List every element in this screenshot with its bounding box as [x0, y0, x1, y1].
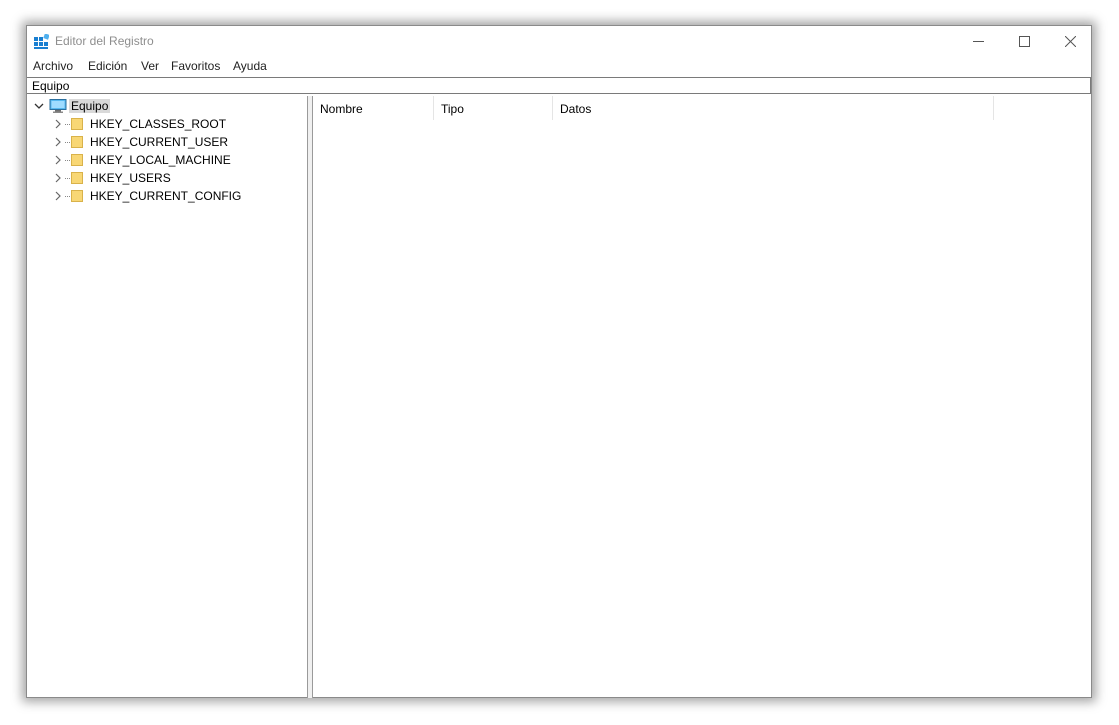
- chevron-right-icon[interactable]: [53, 137, 63, 147]
- menu-archivo[interactable]: Archivo: [33, 59, 73, 73]
- tree-item-label: HKEY_USERS: [90, 171, 171, 185]
- folder-icon: [71, 154, 83, 166]
- maximize-button[interactable]: [1001, 26, 1047, 56]
- key-tree: Equipo HKEY_CLASSES_ROOT HKEY_CURRENT_US…: [27, 96, 308, 698]
- tree-connector: [65, 142, 70, 144]
- menu-edicion[interactable]: Edición: [88, 59, 127, 73]
- tree-root-equipo[interactable]: Equipo: [27, 97, 307, 115]
- registry-editor-window: Editor del Registro Archivo Edición Ver …: [26, 25, 1092, 698]
- menu-ayuda[interactable]: Ayuda: [233, 59, 267, 73]
- folder-icon: [71, 172, 83, 184]
- folder-icon: [71, 136, 83, 148]
- window-title: Editor del Registro: [55, 34, 154, 48]
- registry-editor-icon: [34, 34, 49, 49]
- chevron-right-icon[interactable]: [53, 155, 63, 165]
- maximize-icon: [1018, 35, 1030, 47]
- column-header-tipo[interactable]: Tipo: [434, 96, 553, 120]
- values-list[interactable]: Nombre Tipo Datos: [313, 96, 1091, 698]
- close-icon: [1064, 35, 1076, 47]
- tree-connector: [65, 124, 70, 126]
- tree-connector: [65, 196, 70, 198]
- computer-icon: [49, 99, 67, 113]
- menu-ver[interactable]: Ver: [141, 59, 159, 73]
- chevron-down-icon[interactable]: [34, 101, 44, 111]
- folder-icon: [71, 190, 83, 202]
- column-header-nombre[interactable]: Nombre: [313, 96, 434, 120]
- tree-item-hkey-local-machine[interactable]: HKEY_LOCAL_MACHINE: [27, 151, 307, 169]
- folder-icon: [71, 118, 83, 130]
- chevron-right-icon[interactable]: [53, 119, 63, 129]
- minimize-button[interactable]: [955, 26, 1001, 56]
- tree-connector: [65, 178, 70, 180]
- tree-item-hkey-current-user[interactable]: HKEY_CURRENT_USER: [27, 133, 307, 151]
- column-header-label: Datos: [560, 102, 592, 116]
- address-bar[interactable]: Equipo: [27, 77, 1091, 94]
- menu-bar: Archivo Edición Ver Favoritos Ayuda: [27, 56, 1091, 76]
- chevron-right-icon[interactable]: [53, 191, 63, 201]
- tree-item-hkey-current-config[interactable]: HKEY_CURRENT_CONFIG: [27, 187, 307, 205]
- column-header-label: Nombre: [320, 102, 363, 116]
- column-header-datos[interactable]: Datos: [553, 96, 994, 120]
- chevron-right-icon[interactable]: [53, 173, 63, 183]
- close-button[interactable]: [1047, 26, 1093, 56]
- title-bar[interactable]: Editor del Registro: [27, 26, 1091, 56]
- tree-item-hkey-classes-root[interactable]: HKEY_CLASSES_ROOT: [27, 115, 307, 133]
- minimize-icon: [972, 40, 984, 42]
- tree-item-label: HKEY_CLASSES_ROOT: [90, 117, 227, 131]
- tree-item-label: HKEY_LOCAL_MACHINE: [90, 153, 231, 167]
- tree-item-label: HKEY_CURRENT_CONFIG: [90, 189, 242, 203]
- address-path: Equipo: [32, 79, 70, 93]
- tree-item-label: HKEY_CURRENT_USER: [90, 135, 229, 149]
- tree-item-hkey-users[interactable]: HKEY_USERS: [27, 169, 307, 187]
- menu-favoritos[interactable]: Favoritos: [171, 59, 220, 73]
- tree-connector: [65, 160, 70, 162]
- column-header-label: Tipo: [441, 102, 464, 116]
- tree-root-label: Equipo: [69, 99, 111, 113]
